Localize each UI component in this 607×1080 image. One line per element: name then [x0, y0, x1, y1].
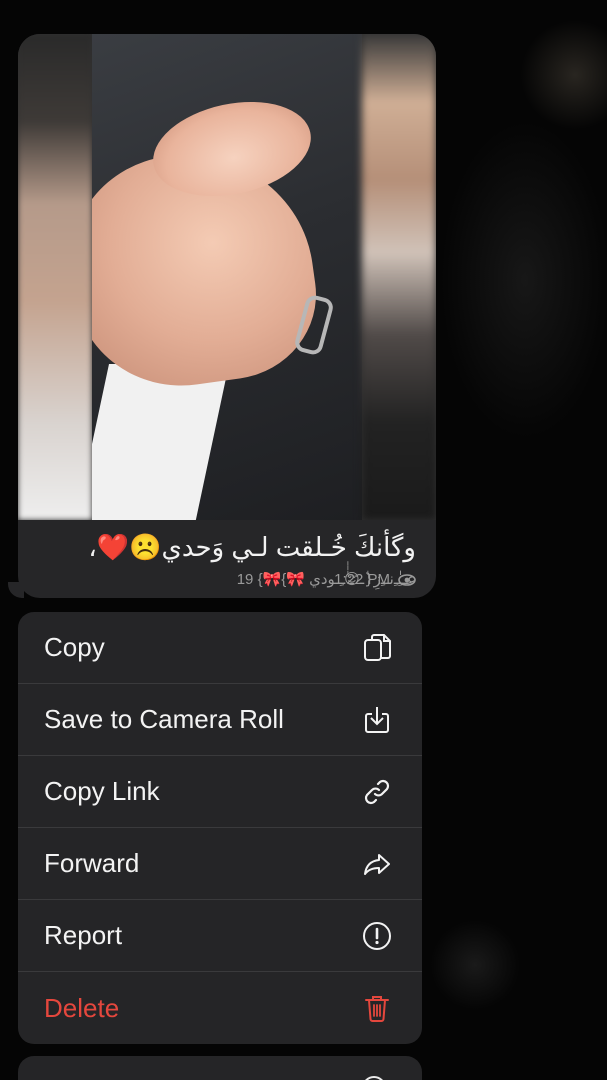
menu-item-report[interactable]: Report [18, 900, 422, 972]
message-bubble[interactable]: وگأنكَ خُـلقت لـي وَحدي☹️❤️، 1:22 PM 19 … [18, 34, 436, 598]
bubble-tail [8, 582, 24, 598]
menu-item-label: Report [44, 920, 123, 950]
menu-item-copy-link[interactable]: Copy Link [18, 756, 422, 828]
background-blur [520, 20, 607, 130]
menu-item-forward[interactable]: Forward [18, 828, 422, 900]
menu-item-label: Delete [44, 992, 120, 1023]
more-icon [362, 1076, 386, 1080]
forward-icon [360, 847, 394, 881]
menu-item-save-to-camera-roll[interactable]: Save to Camera Roll [18, 684, 422, 756]
message-sender-row: 19 {🎀عـﹻٰٰٰﹻنـﹻزِ{ٰـ😌ٰٰٰﹻـودي 🎀} [126, 568, 416, 590]
message-photo[interactable] [18, 34, 436, 520]
menu-item-label: Forward [44, 848, 140, 878]
message-caption: وگأنكَ خُـلقت لـي وَحدي☹️❤️، [88, 532, 416, 562]
screen: وگأنكَ خُـلقت لـي وَحدي☹️❤️، 1:22 PM 19 … [0, 0, 607, 1080]
menu-item-label: Copy Link [44, 776, 160, 806]
photo-blur-left [18, 34, 92, 520]
secondary-menu[interactable] [18, 1056, 422, 1080]
background-blur [430, 920, 520, 1010]
photo-blur-right [362, 34, 436, 520]
copy-icon [360, 631, 394, 665]
menu-item-label: Copy [44, 632, 105, 662]
background-blur [440, 120, 607, 440]
report-icon [360, 919, 394, 953]
link-icon [360, 775, 394, 809]
menu-item-delete[interactable]: Delete [18, 972, 422, 1044]
context-menu: Copy Save to Camera Roll Copy Link Forwa… [18, 612, 422, 1044]
trash-icon [360, 991, 394, 1025]
menu-item-copy[interactable]: Copy [18, 612, 422, 684]
message-sender: 19 {🎀عـﹻٰٰٰﹻنـﹻزِ{ٰـ😌ٰٰٰﹻـودي 🎀} [236, 571, 416, 588]
save-icon [360, 703, 394, 737]
photo-main [92, 34, 362, 520]
menu-item-label: Save to Camera Roll [44, 704, 284, 734]
